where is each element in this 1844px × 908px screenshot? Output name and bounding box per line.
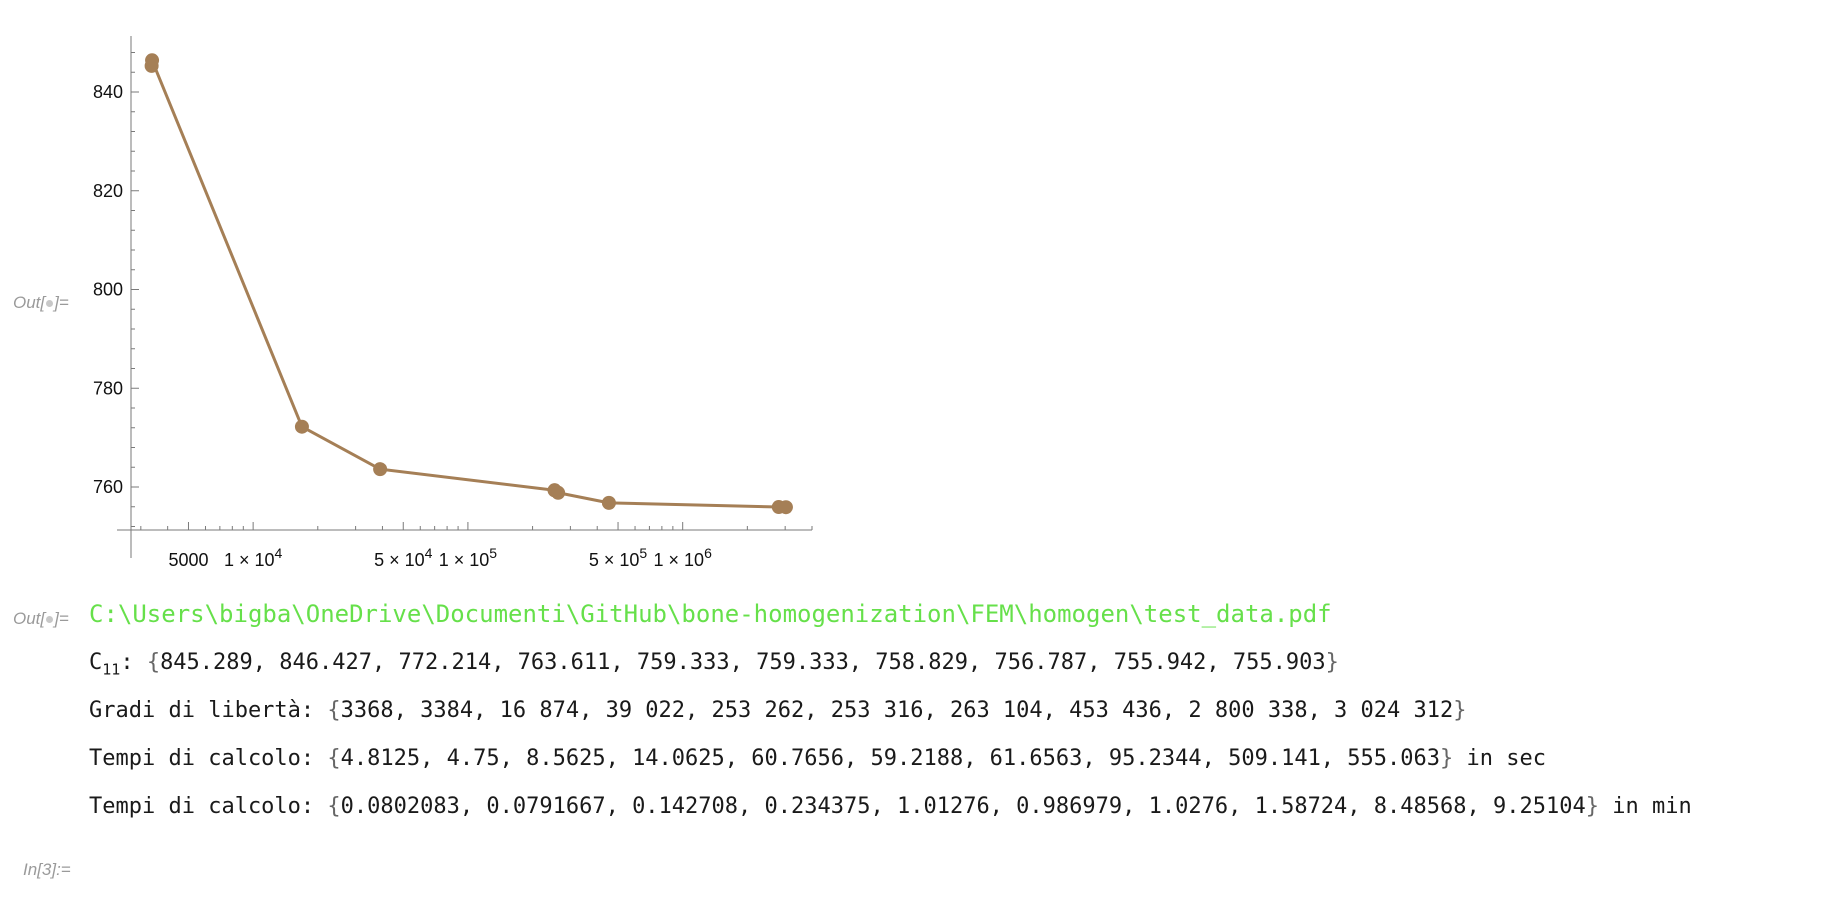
brace-close: } <box>1585 794 1599 819</box>
brace-close: } <box>1325 650 1339 675</box>
dof-values: 3368, 3384, 16 874, 39 022, 253 262, 253… <box>340 698 1454 723</box>
y-tick-label: 780 <box>93 378 123 398</box>
time-sec-line: Tempi di calcolo: {4.8125, 4.75, 8.5625,… <box>89 746 1546 771</box>
out-label-suffix: ]= <box>54 609 69 628</box>
time-sec-unit: in sec <box>1453 746 1546 771</box>
brace-close: } <box>1453 698 1467 723</box>
series-line <box>150 58 786 509</box>
x-tick-label: 5 × 105 <box>589 545 648 570</box>
convergence-plot[interactable]: 760 780 800 820 840 5000 1 × 104 5 × 104 1 × 105… <box>0 0 840 580</box>
y-tick-label: 820 <box>93 181 123 201</box>
file-path-output[interactable]: C:\Users\bigba\OneDrive\Documenti\GitHub… <box>89 600 1332 628</box>
c11-label: C11: <box>89 650 147 679</box>
brace-open: { <box>327 698 341 723</box>
cell-number-dot-icon <box>46 616 54 623</box>
out-label-prefix: Out[ <box>13 609 46 628</box>
x-tick-label: 1 × 104 <box>224 545 283 570</box>
brace-open: { <box>327 746 341 771</box>
time-min-unit: in min <box>1598 794 1692 819</box>
c11-line: C11: {845.289, 846.427, 772.214, 763.611… <box>89 650 1339 678</box>
time-sec-values: 4.8125, 4.75, 8.5625, 14.0625, 60.7656, … <box>340 746 1441 771</box>
out-label-path: Out[ ]= <box>13 609 69 629</box>
time-min-values: 0.0802083, 0.0791667, 0.142708, 0.234375… <box>340 794 1586 819</box>
y-tick-label: 760 <box>93 477 123 497</box>
in-label: In[3]:= <box>23 860 71 879</box>
c11-values: 845.289, 846.427, 772.214, 763.611, 759.… <box>160 650 1326 675</box>
y-tick-label: 800 <box>93 280 123 300</box>
x-tick-label: 1 × 105 <box>439 545 498 570</box>
time-sec-label: Tempi di calcolo: <box>89 746 328 771</box>
brace-close: } <box>1440 746 1454 771</box>
x-tick-label: 5000 <box>168 550 208 570</box>
data-point <box>145 53 160 68</box>
dof-line: Gradi di libertà: {3368, 3384, 16 874, 3… <box>89 698 1467 723</box>
plot-axes: 760 780 800 820 840 5000 1 × 104 5 × 104 1 × 105… <box>93 36 813 570</box>
data-point <box>373 462 388 477</box>
data-point <box>551 485 566 500</box>
brace-open: { <box>327 794 341 819</box>
y-tick-label: 840 <box>93 82 123 102</box>
data-point <box>601 495 616 510</box>
data-point <box>294 419 309 434</box>
dof-label: Gradi di libertà: <box>89 698 328 723</box>
data-series <box>144 53 793 515</box>
x-tick-label: 5 × 104 <box>374 545 433 570</box>
data-point <box>778 500 793 515</box>
time-min-line: Tempi di calcolo: {0.0802083, 0.0791667,… <box>89 794 1692 819</box>
brace-open: { <box>146 650 161 675</box>
time-min-label: Tempi di calcolo: <box>89 794 328 819</box>
x-tick-label: 1 × 106 <box>654 545 713 570</box>
